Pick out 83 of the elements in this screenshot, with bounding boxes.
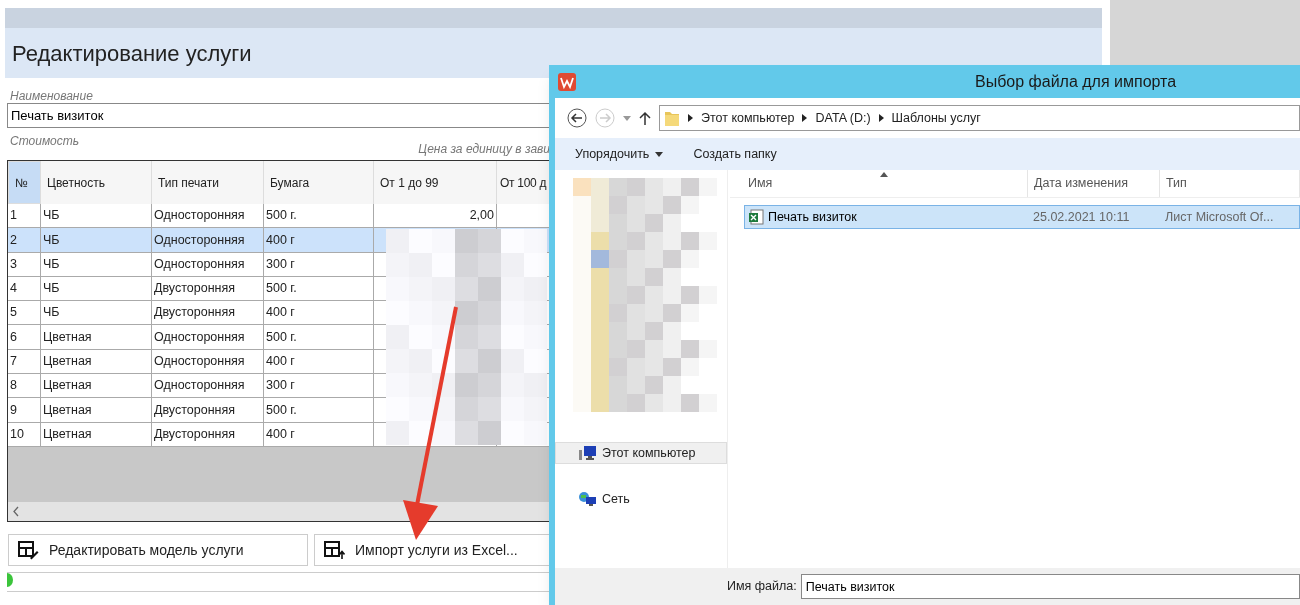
column-header[interactable]: № (8, 161, 41, 204)
table-cell: Цветная (41, 398, 152, 422)
field-label: Стоимость (10, 133, 80, 150)
table-cell: 500 г. (264, 204, 374, 228)
table-cell: Двусторонняя (152, 276, 264, 301)
table-cell: ЧБ (41, 252, 152, 276)
address-bar[interactable]: Этот компьютер DATA (D:) Шаблоны услуг (659, 105, 1300, 131)
table-cell: Односторонняя (152, 204, 264, 228)
toolbar-button[interactable]: Упорядочить (575, 144, 664, 164)
table-cell: ЧБ (41, 204, 152, 228)
table-cell: Односторонняя (152, 252, 264, 276)
table-cell: Цветная (41, 325, 152, 349)
table-cell: Односторонняя (152, 374, 264, 398)
table-cell: 2 (8, 228, 41, 252)
table-cell: Односторонняя (152, 349, 264, 374)
column-header[interactable]: Дата изменения (1028, 170, 1160, 197)
table-cell: 4 (8, 276, 41, 301)
column-header[interactable]: Тип (1160, 170, 1300, 197)
forward-icon (595, 108, 615, 128)
table-row[interactable]: 1 ЧБ Односторонняя 500 г. 2,00 (8, 204, 549, 229)
table-cell: Односторонняя (152, 228, 264, 252)
table-cell: Цветная (41, 374, 152, 398)
table-cell: 400 г (264, 301, 374, 325)
table-cell: 400 г (264, 349, 374, 374)
nav-item[interactable]: Сеть (555, 488, 727, 510)
table-cell: 7 (8, 349, 41, 374)
table-cell: 300 г (264, 252, 374, 276)
spreadsheet-file-icon (748, 209, 764, 225)
table-cell: Двусторонняя (152, 422, 264, 446)
table-cell: 6 (8, 325, 41, 349)
field-label: Имя файла: (727, 578, 797, 596)
up-arrow-icon (639, 111, 651, 125)
file-name: Печать визиток (768, 208, 857, 226)
file-date: 25.02.2021 10:11 (1032, 208, 1131, 226)
table-cell: 300 г (264, 374, 374, 398)
table-cell: 3 (8, 252, 41, 276)
app-logo-icon (558, 72, 576, 91)
chevron-right-icon (802, 114, 808, 122)
table-cell: ЧБ (41, 301, 152, 325)
table-cell: 500 г. (264, 325, 374, 349)
name-field[interactable]: Печать визиток (7, 103, 550, 128)
table-cell: 2,00 (374, 204, 497, 228)
page-heading: Редактирование услуги (12, 39, 252, 68)
table-cell: Цветная (41, 422, 152, 446)
table-cell: 9 (8, 398, 41, 422)
file-type: Лист Microsoft Of... (1164, 208, 1274, 226)
table-cell: Односторонняя (152, 325, 264, 349)
field-label: Цена за единицу в зави (418, 141, 550, 158)
dropdown-caret-icon (623, 115, 631, 121)
back-icon (567, 108, 587, 128)
table-cell: 500 г. (264, 398, 374, 422)
table-cell: Двусторонняя (152, 398, 264, 422)
toolbar-button[interactable]: Создать папку (693, 144, 777, 164)
folder-icon (664, 109, 680, 127)
field-label: Наименование (10, 88, 94, 103)
table-upload-icon (323, 540, 345, 560)
table-cell: Цветная (41, 349, 152, 374)
sort-up-icon (880, 172, 888, 177)
table-cell: 10 (8, 422, 41, 446)
file-name-field[interactable]: Печать визиток (800, 574, 1300, 599)
table-cell: 8 (8, 374, 41, 398)
breadcrumb-item[interactable]: DATA (D:) (815, 108, 871, 128)
table-cell: Двусторонняя (152, 301, 264, 325)
breadcrumb-item[interactable]: Шаблоны услуг (891, 108, 981, 128)
status-indicator-icon (7, 573, 13, 587)
table-edit-icon (17, 540, 39, 560)
table-cell: 500 г. (264, 276, 374, 301)
table-cell: 5 (8, 301, 41, 325)
table-cell: 400 г (264, 422, 374, 446)
table-cell: ЧБ (41, 228, 152, 252)
horizontal-scrollbar[interactable] (8, 502, 549, 521)
dialog-title: Выбор файла для импорта (975, 71, 1177, 92)
breadcrumb-item[interactable]: Этот компьютер (701, 108, 795, 128)
chevron-right-icon (688, 114, 693, 122)
table-cell: ЧБ (41, 276, 152, 301)
chevron-right-icon (878, 114, 884, 122)
nav-item[interactable]: Этот компьютер (555, 442, 727, 464)
computer-icon (578, 445, 596, 461)
table-cell: 1 (8, 204, 41, 228)
table-cell: 400 г (264, 228, 374, 252)
file-row[interactable]: Печать визиток 25.02.2021 10:11 Лист Microsoft Of... (744, 205, 1300, 229)
network-icon (578, 491, 596, 507)
toolbar-button[interactable]: Редактировать модель услуги (8, 534, 308, 566)
